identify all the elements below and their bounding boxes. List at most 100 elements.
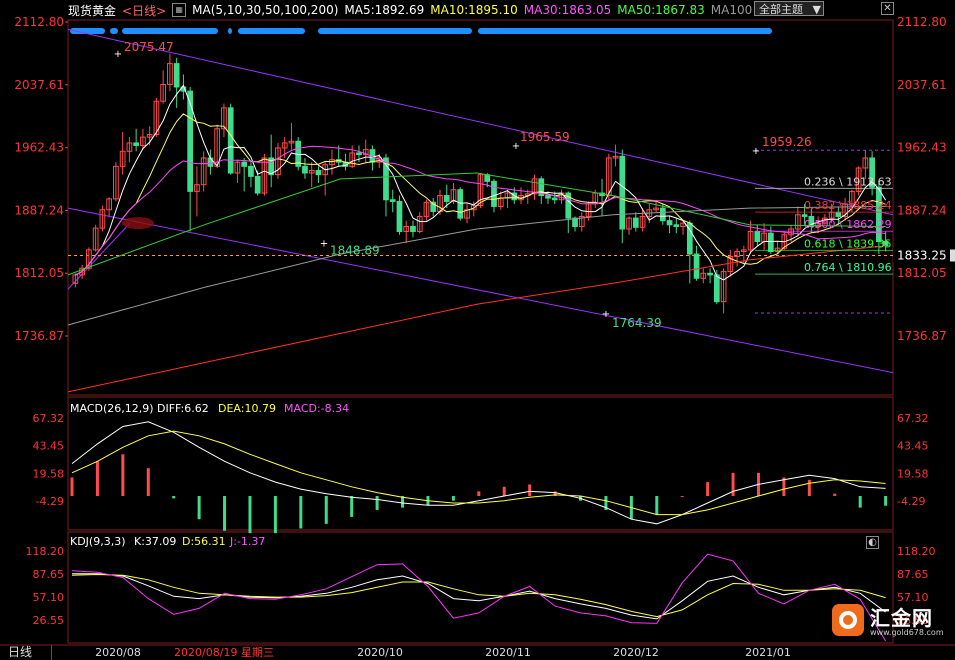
- macd-histogram-bar: [451, 496, 455, 501]
- settings-icon[interactable]: ◐: [866, 536, 879, 549]
- candle-body: [227, 107, 234, 174]
- macd-tick-right: 43.45: [897, 440, 929, 453]
- candle-body: [356, 152, 362, 156]
- macd-histogram-bar: [248, 496, 252, 534]
- macd-dea-value: DEA:10.79: [218, 402, 276, 415]
- kdj-tick-left: 87.65: [33, 568, 65, 581]
- macd-macd-value: MACD:-8.34: [284, 402, 349, 415]
- ma5-value: MA5:1892.69: [344, 3, 425, 17]
- macd-tick-left: 67.32: [33, 412, 65, 425]
- time-axis-label: 2021/01: [745, 646, 791, 659]
- kdj-d-value: D:56.31: [182, 535, 226, 548]
- macd-histogram-bar: [858, 496, 862, 508]
- candle-body: [673, 224, 680, 227]
- price-header: 现货黄金 <日线> ▦ MA(5,10,30,50,100,200) MA5:1…: [68, 2, 752, 18]
- logo-url: www.gold678.com: [870, 628, 944, 637]
- candle-body: [707, 272, 713, 276]
- candle-body: [551, 197, 558, 201]
- kdj-tick-left: 57.10: [33, 591, 65, 604]
- ma-toggle-icon[interactable]: ▦: [172, 3, 187, 17]
- event-marker-strip: [318, 28, 472, 34]
- candle-body: [410, 225, 416, 232]
- kdj-tick-right: 87.65: [897, 568, 929, 581]
- macd-tick-right: 67.32: [897, 412, 929, 425]
- period-tab-day[interactable]: 日线: [0, 645, 52, 660]
- macd-histogram-bar: [70, 477, 74, 497]
- event-marker-strip: [110, 28, 118, 34]
- candle-body: [484, 174, 491, 182]
- ma100-value: MA100: [710, 3, 753, 17]
- event-marker-strip: [478, 28, 772, 34]
- candle-body: [754, 230, 761, 243]
- macd-histogram-bar: [146, 468, 150, 497]
- price-tick-right: 1736.87: [897, 329, 947, 343]
- candle-body: [619, 155, 626, 230]
- price-tick-right: 2112.80: [897, 15, 947, 29]
- macd-histogram-bar: [731, 472, 735, 497]
- candle-body: [396, 200, 403, 232]
- macd-tick-left: 19.58: [33, 467, 65, 480]
- highlight-ellipse: [122, 217, 154, 230]
- macd-histogram-bar: [324, 496, 328, 524]
- fib-level-label: 0.764 \ 1810.96: [804, 261, 892, 274]
- close-icon[interactable]: ✕: [881, 2, 894, 15]
- macd-histogram-bar: [706, 482, 710, 497]
- candle-body: [133, 142, 140, 146]
- event-marker-strip: [122, 28, 218, 34]
- candle-body: [315, 170, 322, 176]
- candle-body: [241, 161, 248, 167]
- chart-stage[interactable]: 0.236 \ 1913.63 0.382 \ 1885.24 0.500 \ 18…: [0, 0, 955, 660]
- logo-mark-icon: [832, 604, 864, 636]
- macd-histogram-bar: [197, 496, 201, 520]
- candle-body: [302, 165, 308, 174]
- kdj-tick-left: 26.55: [33, 614, 65, 627]
- kdj-j-line: [71, 553, 887, 642]
- candle-body: [254, 175, 261, 194]
- time-axis-label: 2020/12: [613, 646, 659, 659]
- candle-body: [632, 217, 639, 228]
- price-tick-right: 2037.61: [897, 78, 947, 92]
- macd-histogram-bar: [477, 491, 481, 497]
- candle-body: [693, 253, 700, 279]
- candle-body: [389, 199, 396, 202]
- stock-chart-canvas[interactable]: 0.236 \ 1913.63 0.382 \ 1885.24 0.500 \ 18…: [0, 0, 955, 660]
- macd-tick-right: 19.58: [897, 467, 929, 480]
- macd-dea-line: [71, 430, 886, 516]
- time-axis-label: 2020/10: [357, 646, 403, 659]
- candle-body: [545, 195, 551, 199]
- kdj-panel-frame: [67, 531, 894, 644]
- macd-histogram-bar: [350, 496, 354, 517]
- theme-selector-label: 全部主题: [759, 3, 803, 16]
- annotation-high-1959: 1959.26: [762, 135, 812, 149]
- logo-name: 汇金网: [870, 606, 933, 630]
- macd-histogram-bar: [884, 496, 888, 506]
- extreme-point-marker: +: [114, 49, 122, 60]
- current-price-label: 1833.25: [897, 248, 947, 262]
- symbol-name: 现货黄金: [68, 3, 117, 18]
- price-tick-right: 1962.43: [897, 141, 947, 155]
- current-price-marker: [950, 249, 955, 262]
- macd-histogram-bar: [121, 454, 125, 497]
- extreme-point-marker: +: [752, 146, 760, 157]
- kdj-j-value: J:-1.37: [229, 535, 265, 548]
- kdj-k-line: [72, 573, 886, 620]
- candle-body: [207, 157, 214, 167]
- kdj-k-value: K:37.09: [134, 535, 176, 548]
- candle-body: [248, 165, 254, 177]
- period-tag[interactable]: <日线>: [122, 2, 166, 19]
- kdj-label: KDJ(9,3,3): [70, 535, 126, 548]
- macd-label: MACD(26,12,9): [70, 402, 154, 415]
- price-tick-left: 1736.87: [14, 329, 64, 343]
- price-tick-left: 1812.05: [14, 266, 64, 280]
- macd-histogram-bar: [502, 486, 506, 497]
- ma-params: MA(5,10,30,50,100,200): [192, 3, 339, 17]
- macd-diff-line: [71, 421, 886, 525]
- candle-body: [491, 180, 497, 207]
- time-axis-label: 2020/08: [95, 646, 141, 659]
- price-tick-right: 1887.24: [897, 203, 947, 217]
- macd-tick-left: 43.45: [33, 440, 65, 453]
- macd-histogram-bar: [299, 496, 303, 529]
- theme-selector[interactable]: 全部主题 ▼: [754, 1, 824, 16]
- ma10-value: MA10:1895.10: [430, 3, 518, 17]
- annotation-high-1965: 1965.59: [520, 130, 570, 144]
